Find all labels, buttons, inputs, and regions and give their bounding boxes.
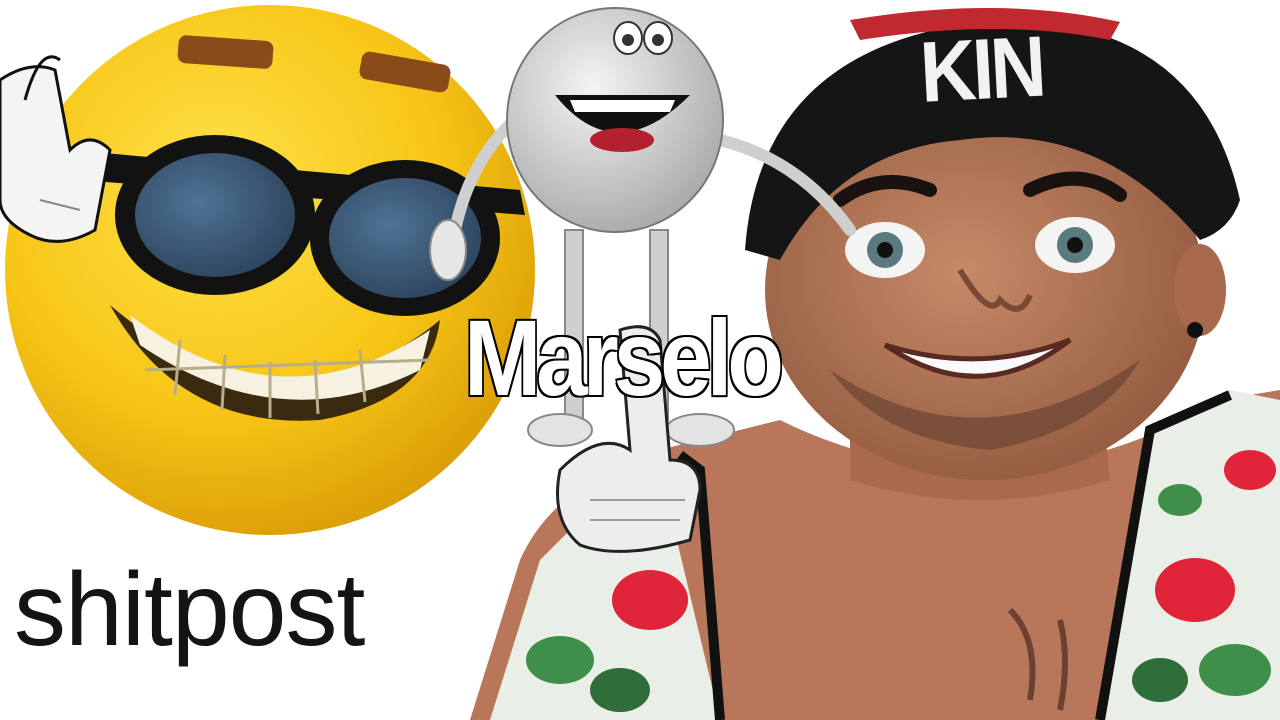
- overlay-title: Marselo: [463, 297, 786, 418]
- meme-image: KIN Marselo shitpost: [0, 0, 1280, 720]
- caption-text: shitpost: [14, 552, 365, 668]
- cap-text: KIN: [917, 18, 1046, 121]
